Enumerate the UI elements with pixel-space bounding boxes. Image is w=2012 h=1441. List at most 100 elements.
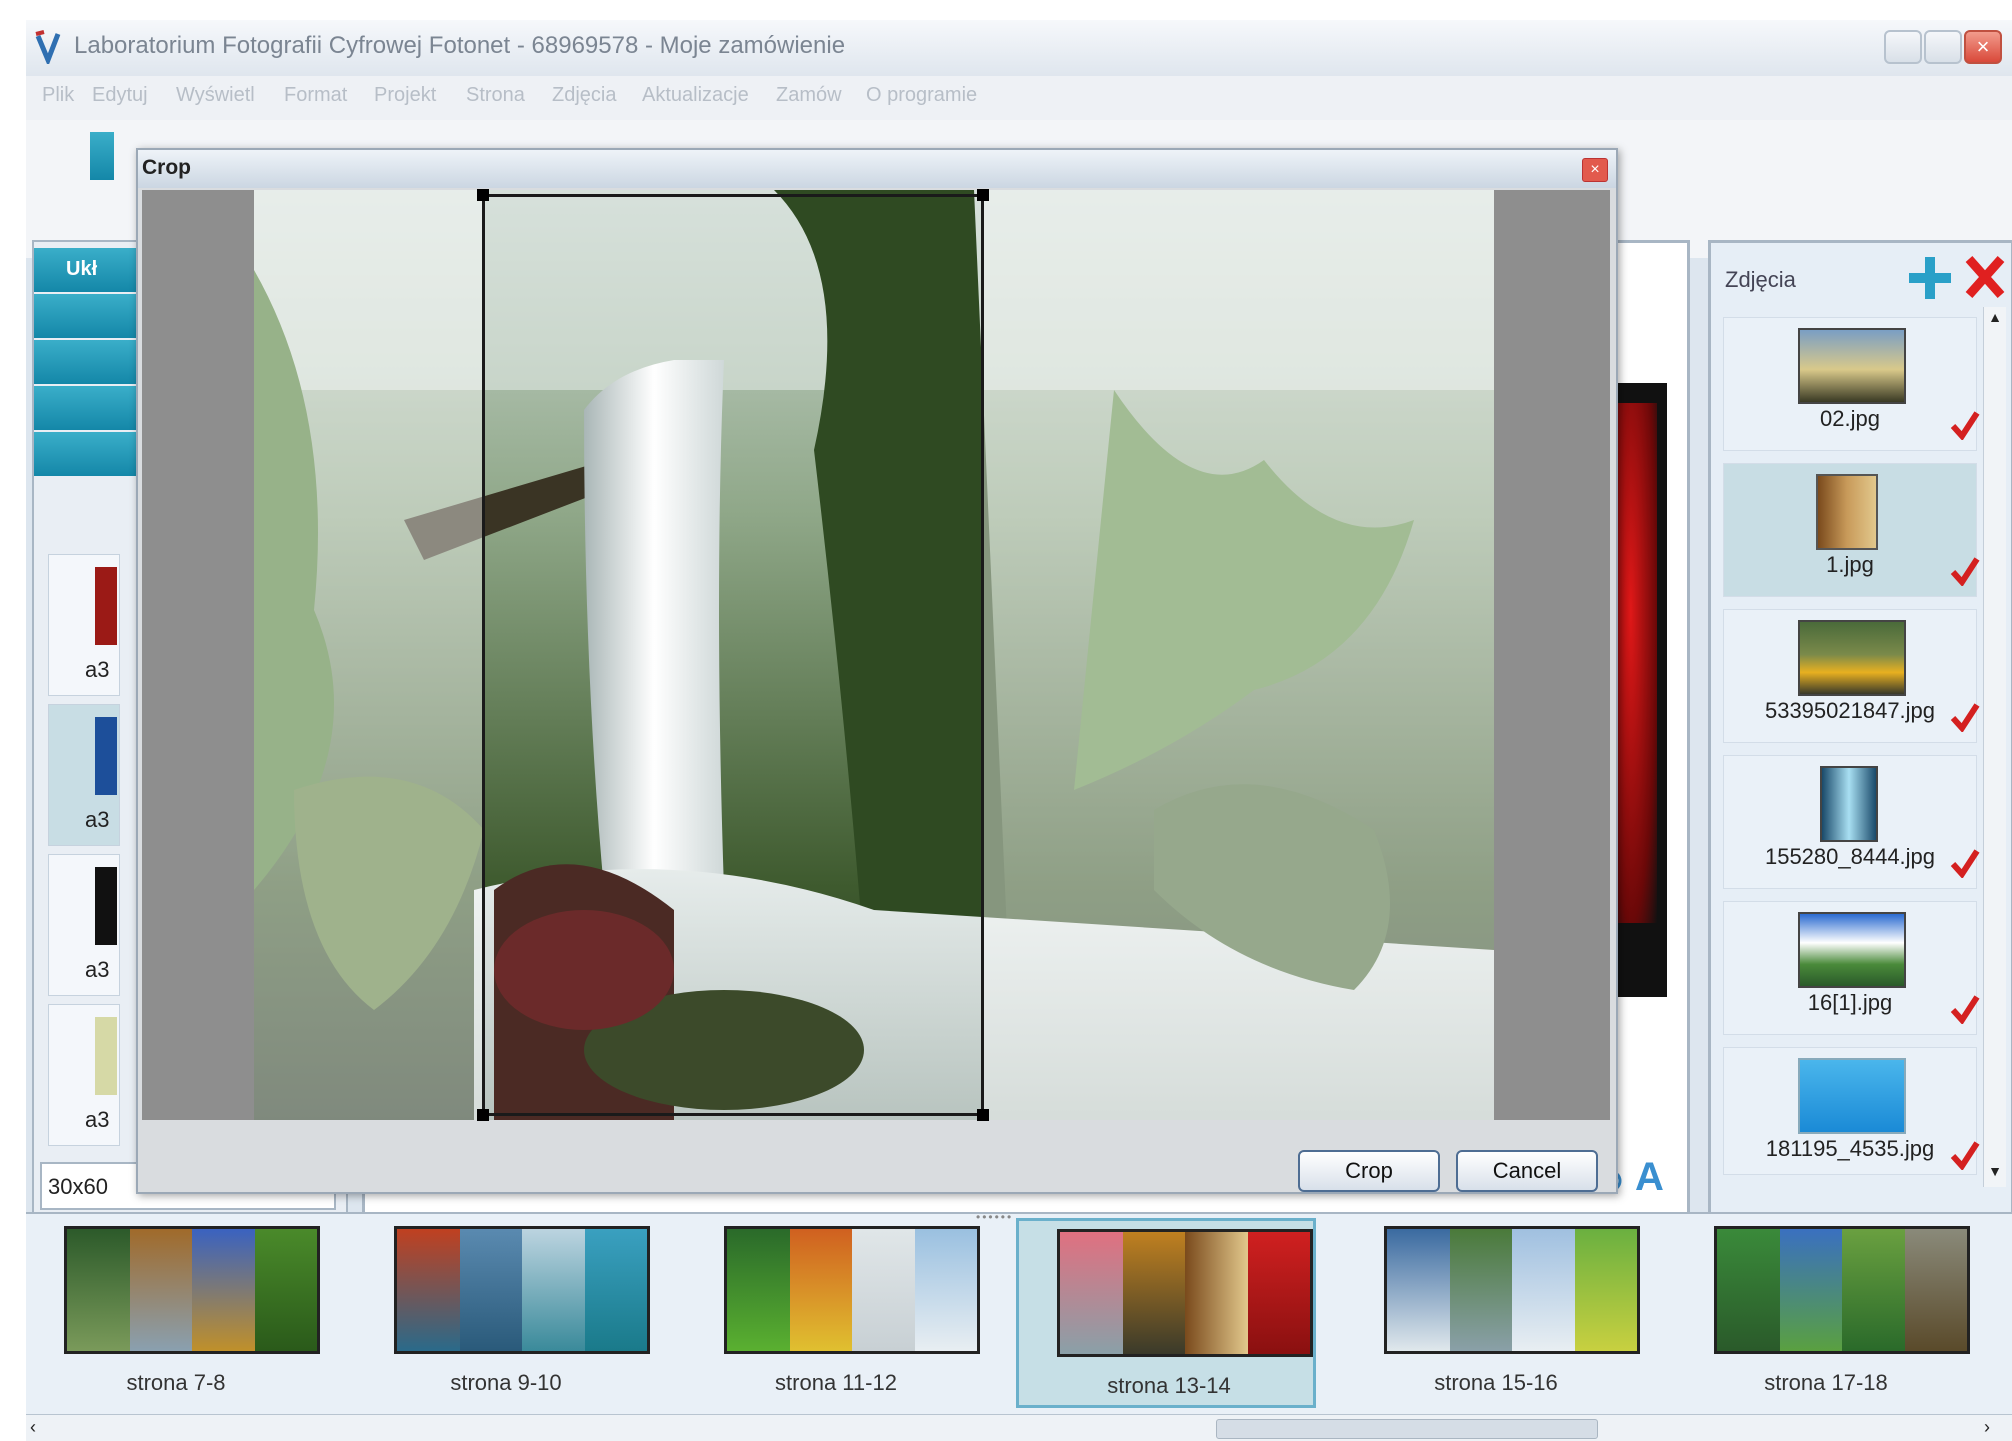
layout-category-tab[interactable] [34, 340, 144, 384]
menu-file[interactable]: Plik [42, 84, 74, 107]
layout-category-tab[interactable] [34, 386, 144, 430]
menu-project[interactable]: Projekt [374, 84, 436, 107]
crop-handle-bottom-right[interactable] [977, 1109, 989, 1121]
photo-name: 1.jpg [1826, 552, 1874, 577]
layout-thumb[interactable]: a3 [48, 554, 120, 696]
menu-format[interactable]: Format [284, 84, 347, 107]
app-logo-icon [35, 30, 61, 64]
photo-name: 16[1].jpg [1807, 990, 1893, 1015]
crop-dialog: Crop × Crop Cancel [136, 148, 1618, 1194]
app-window: Laboratorium Fotografii Cyfrowej Fotonet… [26, 20, 2012, 1441]
photo-item[interactable]: 181195_4535.jpg [1723, 1047, 1980, 1175]
menu-updates[interactable]: Aktualizacje [642, 84, 749, 107]
page-label: strona 11-12 [775, 1370, 897, 1395]
photo-thumbnail [1820, 766, 1878, 842]
menu-bar: Plik Edytuj Wyświetl Format Projekt Stro… [26, 76, 2012, 120]
page-thumbnail [64, 1226, 320, 1354]
maximize-button[interactable] [1924, 30, 1962, 64]
photo-thumbnail [1798, 328, 1906, 404]
close-icon[interactable]: × [1582, 158, 1608, 182]
checkmark-icon [1950, 411, 1980, 440]
photo-thumbnail [1798, 1058, 1906, 1134]
scroll-left-icon[interactable]: ‹ [30, 1417, 36, 1438]
menu-photos[interactable]: Zdjęcia [552, 84, 616, 107]
page-item[interactable]: strona 11-12 [686, 1218, 986, 1408]
pages-strip: •••••• strona 7-8 strona 9-10 strona 11-… [26, 1210, 2012, 1428]
page-label: strona 7-8 [126, 1370, 226, 1395]
layout-thumb-label: a3 [85, 657, 110, 682]
title-bar: Laboratorium Fotografii Cyfrowej Fotonet… [26, 20, 2012, 76]
layout-thumb-label: a3 [85, 807, 110, 832]
page-label: strona 9-10 [450, 1370, 562, 1395]
photo-item[interactable]: 155280_8444.jpg [1723, 755, 1980, 889]
photo-thumbnail [1816, 474, 1878, 550]
page-thumbnail [1384, 1226, 1640, 1354]
layouts-tab[interactable]: Ukł [34, 248, 144, 292]
photo-item[interactable]: 1.jpg [1723, 463, 1980, 597]
remove-photo-icon[interactable] [1965, 255, 2005, 299]
photos-scrollbar[interactable]: ▲ ▼ [1983, 307, 2006, 1187]
page-item[interactable]: strona 7-8 [26, 1218, 326, 1408]
menu-page[interactable]: Strona [466, 84, 525, 107]
pages-scrollbar[interactable]: ‹ › [26, 1414, 2012, 1441]
page-label: strona 17-18 [1764, 1370, 1888, 1395]
crop-button[interactable]: Crop [1298, 1150, 1440, 1192]
menu-about[interactable]: O programie [866, 84, 977, 107]
crop-handle-top-right[interactable] [977, 189, 989, 201]
text-tool-icon[interactable]: A [1635, 1155, 1664, 1200]
minimize-button[interactable] [1884, 30, 1922, 64]
page-item[interactable]: strona 17-18 [1676, 1218, 1976, 1408]
checkmark-icon [1950, 557, 1980, 586]
checkmark-icon [1950, 703, 1980, 732]
layout-thumb-label: a3 [85, 957, 110, 982]
crop-selection[interactable] [477, 189, 989, 1121]
checkmark-icon [1950, 849, 1980, 878]
close-window-button[interactable]: × [1964, 30, 2002, 64]
photo-thumbnail [1798, 912, 1906, 988]
scroll-thumb[interactable] [1216, 1419, 1598, 1439]
add-photo-icon[interactable] [1907, 255, 1953, 301]
menu-edit[interactable]: Edytuj [92, 84, 148, 107]
photo-name: 53395021847.jpg [1764, 698, 1936, 723]
layout-category-tab[interactable] [34, 432, 144, 476]
photos-panel-title: Zdjęcia [1725, 267, 1796, 292]
photo-item[interactable]: 53395021847.jpg [1723, 609, 1980, 743]
crop-mask-left [254, 190, 482, 1120]
size-select-value: 30x60 [48, 1174, 108, 1199]
crop-handle-bottom-left[interactable] [477, 1109, 489, 1121]
scroll-right-icon[interactable]: › [1984, 1417, 1990, 1438]
checkmark-icon [1950, 1141, 1980, 1170]
scroll-down-icon[interactable]: ▼ [1986, 1163, 2004, 1183]
layout-category-tab[interactable] [34, 294, 144, 338]
scroll-up-icon[interactable]: ▲ [1986, 309, 2004, 329]
photos-panel: Zdjęcia 02.jpg 1.jpg 53395021847.jpg 155… [1708, 240, 2012, 1224]
page-item[interactable]: strona 9-10 [356, 1218, 656, 1408]
page-label: strona 15-16 [1434, 1370, 1558, 1395]
page-item[interactable]: strona 13-14 [1016, 1218, 1316, 1408]
window-title: Laboratorium Fotografii Cyfrowej Fotonet… [74, 32, 846, 59]
crop-dialog-title: Crop [142, 156, 191, 179]
page-item[interactable]: strona 15-16 [1346, 1218, 1646, 1408]
menu-view[interactable]: Wyświetl [176, 84, 255, 107]
checkmark-icon [1950, 995, 1980, 1024]
layout-thumb[interactable]: a3 [48, 854, 120, 996]
crop-handle-top-left[interactable] [477, 189, 489, 201]
layout-thumb[interactable]: a3 [48, 1004, 120, 1146]
photo-item[interactable]: 02.jpg [1723, 317, 1980, 451]
photo-name: 181195_4535.jpg [1765, 1136, 1935, 1161]
layout-thumb-label: a3 [85, 1107, 110, 1132]
photo-name: 02.jpg [1820, 406, 1880, 431]
photo-thumbnail [1798, 620, 1906, 696]
photo-item[interactable]: 16[1].jpg [1723, 901, 1980, 1035]
layout-thumb[interactable]: a3 [48, 704, 120, 846]
new-project-icon[interactable] [90, 132, 114, 180]
crop-canvas [142, 189, 1610, 1121]
page-thumbnail [724, 1226, 980, 1354]
cancel-button[interactable]: Cancel [1456, 1150, 1598, 1192]
layouts-tab-label: Ukł [66, 258, 98, 280]
menu-order[interactable]: Zamów [776, 84, 842, 107]
page-thumbnail [1714, 1226, 1970, 1354]
photo-name: 155280_8444.jpg [1764, 844, 1936, 869]
page-thumbnail [1057, 1229, 1313, 1357]
page-label: strona 13-14 [1107, 1373, 1231, 1398]
